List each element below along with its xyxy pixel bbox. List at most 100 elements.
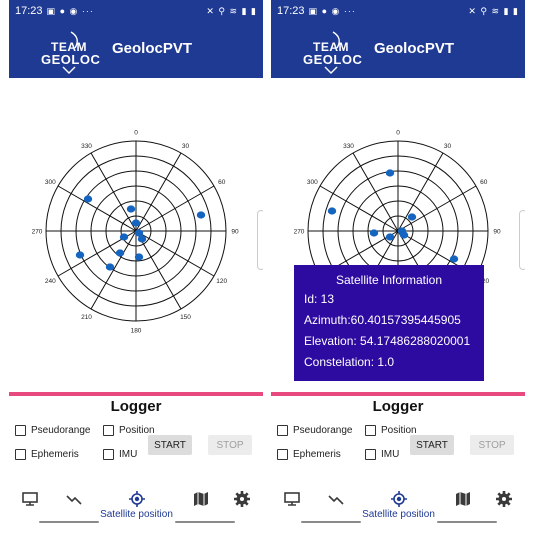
satellite-marker[interactable] (385, 169, 395, 177)
satellite-marker[interactable] (134, 253, 144, 261)
satellite-marker[interactable] (137, 235, 147, 243)
bottom-navigation: Satellite position (9, 482, 263, 526)
azimuth-label: 60 (218, 179, 226, 186)
azimuth-spoke (135, 230, 215, 277)
logger-divider (271, 392, 525, 396)
edge-panel-handle[interactable] (519, 210, 525, 270)
status-time: 17:23 (15, 5, 43, 17)
ephemeris-checkbox[interactable]: Ephemeris (277, 449, 341, 460)
start-button[interactable]: START (410, 435, 454, 455)
facebook-icon: ● (59, 5, 66, 16)
status-bar: 17:23 ▣ ● ◉ ··· ✕ ⚲ ≋ ▮ ▮ (9, 0, 263, 22)
pseudorange-checkbox[interactable]: Pseudorange (15, 425, 91, 436)
azimuth-label: 30 (444, 143, 452, 150)
nav-monitor[interactable] (21, 490, 39, 508)
wifi-icon: ≋ (491, 5, 501, 16)
satellite-marker[interactable] (399, 231, 409, 239)
azimuth-spoke (135, 152, 182, 232)
checkbox-box[interactable] (103, 449, 114, 460)
checkbox-box[interactable] (365, 425, 376, 436)
nav-map[interactable] (192, 490, 210, 508)
azimuth-label: 120 (216, 278, 227, 285)
nav-settings[interactable] (233, 490, 251, 508)
satellite-marker[interactable] (119, 233, 129, 241)
wifi-icon: ≋ (229, 5, 239, 16)
map-icon (194, 492, 208, 506)
nav-trend[interactable] (65, 490, 83, 508)
checkbox-box[interactable] (103, 425, 114, 436)
trend-icon (66, 495, 82, 505)
satellite-constellation: Constelation: 1.0 (304, 355, 395, 369)
satellite-marker[interactable] (115, 249, 125, 257)
settings-icon (234, 491, 250, 507)
checkbox-box[interactable] (365, 449, 376, 460)
nav-trend[interactable] (327, 490, 345, 508)
map-icon (456, 492, 470, 506)
position-checkbox[interactable]: Position (365, 425, 417, 436)
app-title: GeolocPVT (112, 40, 193, 57)
logger-title: Logger (372, 398, 424, 415)
image-icon: ▣ (308, 5, 319, 16)
team-geoloc-logo: TEAM GEOLOC (41, 28, 100, 74)
nav-map[interactable] (454, 490, 472, 508)
azimuth-spoke (57, 185, 137, 232)
azimuth-label: 270 (294, 229, 305, 236)
nav-settings[interactable] (495, 490, 513, 508)
logger-divider (9, 392, 263, 396)
azimuth-label: 90 (493, 229, 501, 236)
imu-checkbox[interactable]: IMU (365, 449, 399, 460)
checkbox-label: Pseudorange (31, 425, 91, 436)
checkbox-box[interactable] (15, 449, 26, 460)
satellite-marker[interactable] (83, 195, 93, 203)
app-bar: TEAM GEOLOC GeolocPVT (9, 22, 263, 78)
satellite-info-popup: Satellite Information Id: 13 Azimuth:60.… (294, 265, 484, 381)
satellite-marker[interactable] (327, 207, 337, 215)
azimuth-spoke (90, 152, 137, 232)
phone-screen-right: 17:23 ▣ ● ◉ ··· ✕ ⚲ ≋ ▮ ▮ TEAM GEOLOC Ge… (271, 0, 525, 526)
satellite-marker[interactable] (131, 219, 141, 227)
system-nav-lines (271, 521, 525, 523)
nav-satellite-position[interactable]: Satellite position (360, 490, 437, 520)
nav-monitor[interactable] (283, 490, 301, 508)
satellite-marker[interactable] (385, 233, 395, 241)
battery-icon: ▮ (513, 5, 519, 16)
stop-button[interactable]: STOP (208, 435, 252, 455)
satellite-marker[interactable] (105, 263, 115, 271)
azimuth-label: 150 (180, 314, 191, 321)
azimuth-label: 0 (396, 130, 400, 137)
image-icon: ▣ (46, 5, 57, 16)
nav-label: Satellite position (100, 509, 173, 520)
status-bar: 17:23 ▣ ● ◉ ··· ✕ ⚲ ≋ ▮ ▮ (271, 0, 525, 22)
system-nav-lines (9, 521, 263, 523)
ephemeris-checkbox[interactable]: Ephemeris (15, 449, 79, 460)
satellite-marker[interactable] (75, 251, 85, 259)
gps-fix-icon (128, 491, 145, 507)
location-icon: ⚲ (218, 5, 226, 16)
skyplot[interactable]: 0 30 60 90 120 150 180 210 240 270 300 330 (23, 118, 249, 344)
stop-button[interactable]: STOP (470, 435, 514, 455)
azimuth-label: 330 (343, 143, 354, 150)
start-button[interactable]: START (148, 435, 192, 455)
satellite-marker[interactable] (407, 213, 417, 221)
checkbox-box[interactable] (277, 449, 288, 460)
nav-satellite-position[interactable]: Satellite position (98, 490, 175, 520)
monitor-icon (284, 492, 300, 506)
checkbox-box[interactable] (277, 425, 288, 436)
azimuth-spoke (397, 152, 444, 232)
position-checkbox[interactable]: Position (103, 425, 155, 436)
pseudorange-checkbox[interactable]: Pseudorange (277, 425, 353, 436)
satellite-marker[interactable] (196, 211, 206, 219)
azimuth-label: 330 (81, 143, 92, 150)
messenger-icon: ◉ (331, 5, 341, 16)
edge-panel-handle[interactable] (257, 210, 263, 270)
status-time: 17:23 (277, 5, 305, 17)
satellite-marker[interactable] (369, 229, 379, 237)
azimuth-label: 210 (81, 314, 92, 321)
imu-checkbox[interactable]: IMU (103, 449, 137, 460)
satellite-marker[interactable] (126, 205, 136, 213)
satellite-marker[interactable] (449, 255, 459, 263)
app-bar: TEAM GEOLOC GeolocPVT (271, 22, 525, 78)
facebook-icon: ● (321, 5, 328, 16)
signal-icon: ▮ (241, 5, 248, 16)
checkbox-box[interactable] (15, 425, 26, 436)
